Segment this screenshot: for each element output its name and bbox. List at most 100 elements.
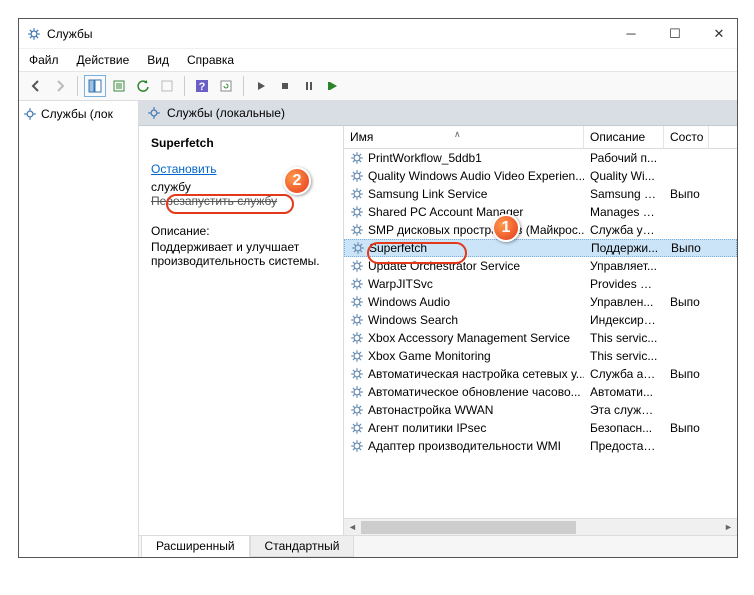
annotation-marker-2: 2 (283, 167, 311, 195)
service-desc-cell: Управлен... (584, 295, 664, 309)
scroll-thumb[interactable] (361, 519, 720, 536)
service-name-cell: Quality Windows Audio Video Experien... (368, 169, 584, 183)
column-headers: Имя Описание Состо (344, 126, 737, 149)
service-status-cell: Выпо (665, 241, 710, 255)
service-row[interactable]: Автоматическое обновление часово...Автом… (344, 383, 737, 401)
service-row[interactable]: Автонастройка WWAN Эта служб... (344, 401, 737, 419)
menu-file[interactable]: Файл (29, 53, 59, 67)
horizontal-scrollbar[interactable]: ◄ ► (344, 518, 737, 535)
tab-standard[interactable]: Стандартный (250, 536, 355, 557)
service-desc-cell: Безопасн... (584, 421, 664, 435)
service-desc-cell: Рабочий п... (584, 151, 664, 165)
description-label: Описание: (151, 224, 331, 238)
tab-extended[interactable]: Расширенный (141, 536, 250, 557)
gear-icon (350, 169, 364, 183)
menu-action[interactable]: Действие (77, 53, 130, 67)
service-row[interactable]: Автоматическая настройка сетевых у...Слу… (344, 365, 737, 383)
service-row[interactable]: Windows SearchИндексиро... (344, 311, 737, 329)
service-desc-cell: Предостав... (584, 439, 664, 453)
service-name-cell: WarpJITSvc (368, 277, 433, 291)
export-button[interactable] (108, 75, 130, 97)
service-name-cell: Автоматическая настройка сетевых у... (368, 367, 584, 381)
column-status[interactable]: Состо (664, 126, 709, 148)
gear-icon (350, 259, 364, 273)
service-name-cell: PrintWorkflow_5ddb1 (368, 151, 482, 165)
tree-item-services-local[interactable]: Службы (лок (21, 105, 136, 123)
gear-icon (351, 241, 365, 255)
menu-view[interactable]: Вид (147, 53, 169, 67)
separator (184, 76, 185, 96)
service-desc-cell: Служба уз... (584, 223, 664, 237)
list-title-bar: Службы (локальные) (139, 101, 737, 126)
show-hide-tree-button[interactable] (84, 75, 106, 97)
nav-tree[interactable]: Службы (лок (19, 101, 139, 557)
service-row[interactable]: Агент политики IPsecБезопасн...Выпо (344, 419, 737, 437)
gear-icon (350, 151, 364, 165)
gear-icon (350, 439, 364, 453)
start-service-button[interactable] (250, 75, 272, 97)
gear-icon (350, 385, 364, 399)
service-status-cell: Выпо (664, 295, 709, 309)
annotation-ring-2 (166, 194, 294, 214)
service-name-cell: Samsung Link Service (368, 187, 487, 201)
annotation-ring-1 (367, 242, 467, 264)
service-row[interactable]: Shared PC Account ManagerManages p... (344, 203, 737, 221)
services-window: Службы ─ ☐ ✕ Файл Действие Вид Справка ? (18, 18, 738, 558)
service-name-cell: Xbox Game Monitoring (368, 349, 491, 363)
gear-icon (23, 107, 37, 121)
service-name-cell: Агент политики IPsec (368, 421, 486, 435)
service-row[interactable]: WarpJITSvcProvides a ... (344, 275, 737, 293)
gear-icon (147, 106, 161, 120)
service-desc-cell: This servic... (584, 331, 664, 345)
pause-service-button[interactable] (298, 75, 320, 97)
properties-button-disabled (156, 75, 178, 97)
description-text: Поддерживает и улучшает производительнос… (151, 240, 331, 268)
service-desc-cell: Эта служб... (584, 403, 664, 417)
gear-icon (350, 205, 364, 219)
service-desc-cell: Quality Wi... (584, 169, 664, 183)
service-desc-cell: Индексиро... (584, 313, 664, 327)
service-row[interactable]: Адаптер производительности WMIПредостав.… (344, 437, 737, 455)
help-button[interactable]: ? (191, 75, 213, 97)
service-status-cell: Выпо (664, 187, 709, 201)
service-desc-cell: Управляет... (584, 259, 664, 273)
stop-service-button[interactable] (274, 75, 296, 97)
service-name-cell: SMP дисковых пространств (Майкрос... (368, 223, 584, 237)
service-desc-cell: Поддержи... (585, 241, 665, 255)
service-name-cell: Автонастройка WWAN (368, 403, 493, 417)
gear-icon (350, 349, 364, 363)
service-info-panel: Superfetch Остановить службу Перезапусти… (139, 126, 344, 535)
service-row[interactable]: PrintWorkflow_5ddb1 Рабочий п... (344, 149, 737, 167)
service-row[interactable]: Xbox Game Monitoring This servic... (344, 347, 737, 365)
service-row[interactable]: Xbox Accessory Management ServiceThis se… (344, 329, 737, 347)
refresh-button[interactable] (132, 75, 154, 97)
restart-service-button[interactable] (322, 75, 344, 97)
maximize-button[interactable]: ☐ (665, 26, 685, 42)
gear-icon (350, 331, 364, 345)
close-button[interactable]: ✕ (709, 26, 729, 42)
menu-help[interactable]: Справка (187, 53, 234, 67)
annotation-marker-1: 1 (492, 214, 520, 242)
column-name[interactable]: Имя (344, 126, 584, 148)
window-title: Службы (47, 27, 92, 41)
column-description[interactable]: Описание (584, 126, 664, 148)
forward-button[interactable] (49, 75, 71, 97)
gear-icon (350, 367, 364, 381)
separator (243, 76, 244, 96)
scroll-left-icon[interactable]: ◄ (344, 519, 361, 536)
view-tabs: Расширенный Стандартный (139, 535, 737, 557)
service-row[interactable]: Windows AudioУправлен...Выпо (344, 293, 737, 311)
back-button[interactable] (25, 75, 47, 97)
gear-icon (350, 295, 364, 309)
refresh-alt-button[interactable] (215, 75, 237, 97)
service-row[interactable]: SMP дисковых пространств (Майкрос...Служ… (344, 221, 737, 239)
minimize-button[interactable]: ─ (621, 26, 641, 42)
service-list[interactable]: PrintWorkflow_5ddb1Рабочий п...Quality W… (344, 149, 737, 518)
service-row[interactable]: Quality Windows Audio Video Experien...Q… (344, 167, 737, 185)
scroll-right-icon[interactable]: ► (720, 519, 737, 536)
gear-icon (350, 187, 364, 201)
titlebar: Службы ─ ☐ ✕ (19, 19, 737, 49)
service-desc-cell: This servic... (584, 349, 664, 363)
service-row[interactable]: Samsung Link ServiceSamsung L...Выпо (344, 185, 737, 203)
services-app-icon (27, 27, 41, 41)
